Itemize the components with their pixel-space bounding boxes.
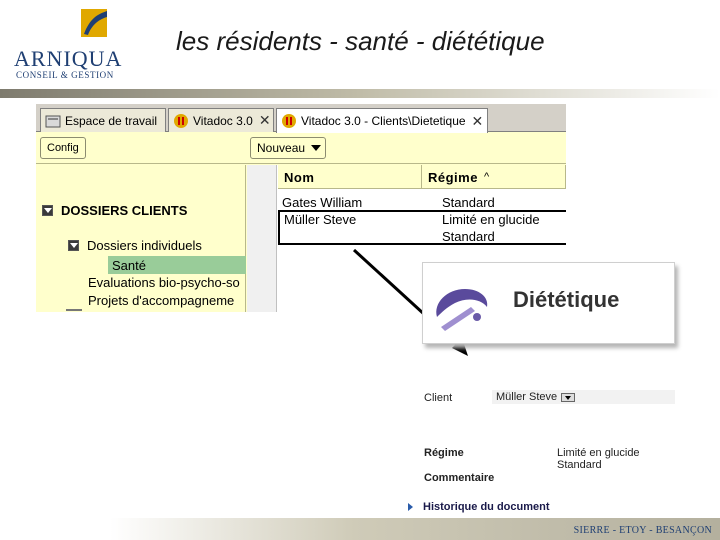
tree-node-sante[interactable]: Santé xyxy=(108,256,246,274)
client-label: Client xyxy=(424,392,453,404)
cell-regime: Standard xyxy=(442,229,495,244)
tree-node-label: Santé xyxy=(112,257,146,273)
sort-ascending-icon: ^ xyxy=(483,171,490,183)
table-row-selected[interactable]: Müller Steve Limité en glucide Standard xyxy=(278,210,566,245)
dietetique-logo-icon xyxy=(436,289,488,331)
column-header-label: Régime xyxy=(428,169,478,185)
table-row[interactable]: Gates William Standard xyxy=(278,193,566,211)
arniqua-logo: ARNIQUA CONSEIL & GESTION xyxy=(0,0,140,96)
tree-node-evaluations[interactable]: Evaluations bio-psycho-so xyxy=(88,275,240,290)
tab-label: Vitadoc 3.0 xyxy=(193,113,253,128)
column-header-label: Nom xyxy=(284,169,315,185)
regime-value-line: Limité en glucide xyxy=(557,447,640,459)
tree-node-dossiers-clients[interactable]: DOSSIERS CLIENTS xyxy=(42,203,187,218)
cell-regime: Standard xyxy=(442,194,495,210)
tab-label: Vitadoc 3.0 - Clients\Dietetique xyxy=(301,114,466,128)
tree-node-label: Projets d'accompagneme xyxy=(88,293,235,308)
regime-label: Régime xyxy=(424,447,464,459)
historique-link[interactable]: Historique du document xyxy=(408,501,550,513)
column-header-regime[interactable]: Régime ^ xyxy=(422,165,566,189)
logo-tagline: CONSEIL & GESTION xyxy=(16,70,114,80)
slide-title: les résidents - santé - diététique xyxy=(176,26,545,56)
tab-bar: Espace de travail Vitadoc 3.0 ✕ Vitadoc … xyxy=(36,104,566,133)
close-icon[interactable]: ✕ xyxy=(472,113,484,130)
tree-node-label: DOSSIERS CLIENTS xyxy=(61,203,188,218)
commentaire-label: Commentaire xyxy=(424,472,495,484)
vitadoc-icon xyxy=(174,113,188,128)
tree-connector xyxy=(66,309,82,311)
form-title: Diététique xyxy=(513,287,620,312)
cell-regime: Limité en glucide xyxy=(442,212,540,227)
tab-clients-dietetique[interactable]: Vitadoc 3.0 - Clients\Dietetique ✕ xyxy=(276,108,488,133)
chevron-down-icon xyxy=(311,145,322,151)
tree-node-projets[interactable]: Projets d'accompagneme xyxy=(88,293,234,308)
tab-vitadoc[interactable]: Vitadoc 3.0 ✕ xyxy=(168,108,274,132)
regime-value: Limité en glucide Standard xyxy=(557,447,640,471)
logo-wordmark: ARNIQUA xyxy=(14,46,123,71)
column-header-nom[interactable]: Nom xyxy=(278,165,422,189)
header-bar xyxy=(0,89,720,98)
navigation-tree: DOSSIERS CLIENTS Dossiers individuels Sa… xyxy=(36,165,246,312)
cell-nom: Gates William xyxy=(282,194,363,210)
folder-icon xyxy=(45,115,61,127)
tree-node-label: Dossiers individuels xyxy=(87,238,202,253)
client-value: Müller Steve xyxy=(496,391,558,403)
row-selector-gutter xyxy=(247,165,277,312)
triangle-right-icon xyxy=(408,503,413,511)
nouveau-dropdown[interactable]: Nouveau xyxy=(250,137,327,159)
client-select[interactable]: Müller Steve xyxy=(492,390,675,404)
historique-label: Historique du document xyxy=(423,501,550,513)
grid-header: Nom Régime ^ xyxy=(278,165,566,189)
footer-locations: SIERRE - ETOY - BESANÇON xyxy=(573,525,712,536)
tab-label: Espace de travail xyxy=(65,113,158,128)
toolbar: Config Nouveau xyxy=(36,133,566,164)
expand-toggle-icon[interactable] xyxy=(68,240,79,251)
dietetique-header: Diététique xyxy=(422,262,675,344)
chevron-down-icon[interactable] xyxy=(561,392,576,402)
tab-espace-de-travail[interactable]: Espace de travail xyxy=(40,108,166,132)
expand-toggle-icon[interactable] xyxy=(42,205,53,216)
vitadoc-icon xyxy=(282,114,296,128)
arniqua-swoosh-icon xyxy=(81,9,107,37)
tree-node-dossiers-individuels[interactable]: Dossiers individuels xyxy=(68,238,202,253)
regime-value-line: Standard xyxy=(557,459,602,471)
nouveau-label: Nouveau xyxy=(257,141,306,155)
config-button[interactable]: Config xyxy=(40,137,86,159)
cell-nom: Müller Steve xyxy=(284,212,357,227)
close-icon[interactable]: ✕ xyxy=(259,112,271,129)
tree-node-label: Evaluations bio-psycho-so xyxy=(88,275,240,290)
